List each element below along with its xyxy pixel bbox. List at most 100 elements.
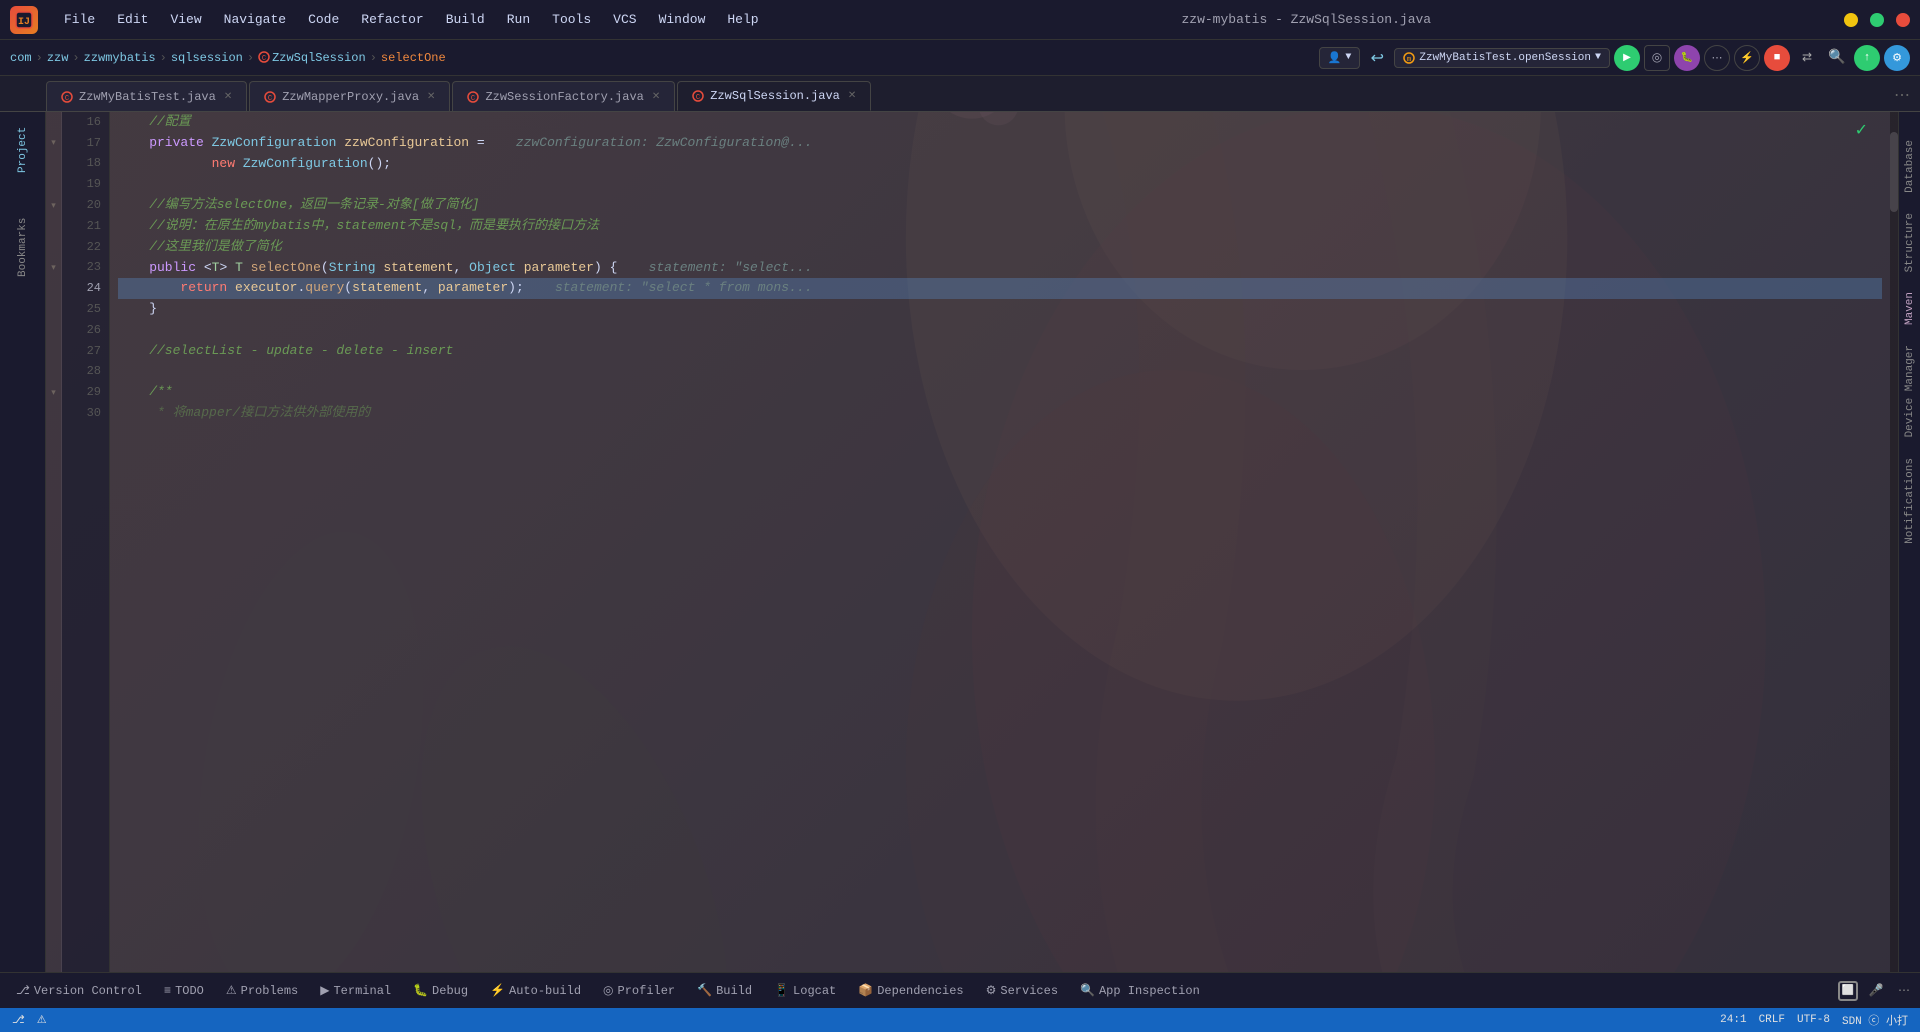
mic-icon[interactable]: 🎤: [1866, 981, 1886, 1001]
fold-line17[interactable]: ▾: [51, 138, 56, 148]
navigate-back-btn[interactable]: ↩: [1364, 45, 1390, 71]
line-num-29: 29: [70, 382, 101, 403]
editor-scrollbar[interactable]: [1890, 112, 1898, 972]
scrollbar-thumb[interactable]: [1890, 132, 1898, 212]
tab-more-button[interactable]: ⋯: [1894, 85, 1910, 105]
breadcrumb-sqlsession[interactable]: sqlsession: [171, 51, 243, 65]
code-line-26: [118, 320, 1882, 341]
coverage-btn[interactable]: ◎: [1644, 45, 1670, 71]
toolbar-auto-build[interactable]: ⚡ Auto-build: [480, 980, 591, 1001]
plugin-btn[interactable]: ⚙: [1884, 45, 1910, 71]
terminal-icon: ▶: [320, 983, 329, 998]
breadcrumb-com[interactable]: com: [10, 51, 32, 65]
code-line-24: return executor.query(statement, paramet…: [118, 278, 1882, 299]
toolbar-version-control[interactable]: ⎇ Version Control: [6, 980, 152, 1001]
sidebar-bookmarks-icon[interactable]: Bookmarks: [5, 212, 41, 282]
menu-window[interactable]: Window: [649, 8, 716, 31]
line-num-16: 16: [70, 112, 101, 133]
code-editor[interactable]: ▾ ▾ ▾ ▾ 16 17 18 19: [46, 112, 1898, 972]
status-encoding[interactable]: UTF-8: [1797, 1014, 1830, 1026]
more-tools-icon[interactable]: ⋯: [1894, 981, 1914, 1001]
tab-sessionfactory[interactable]: C ZzwSessionFactory.java ✕: [452, 81, 675, 111]
menu-edit[interactable]: Edit: [107, 8, 158, 31]
minimize-button[interactable]: –: [1844, 13, 1858, 27]
line-numbers: 16 17 18 19 20 21 22 23 24 25 26 27 28 2…: [62, 112, 110, 972]
menu-file[interactable]: File: [54, 8, 105, 31]
toolbar-dependencies[interactable]: 📦 Dependencies: [848, 980, 973, 1001]
status-warnings[interactable]: ⚠: [37, 1013, 47, 1027]
status-file-type[interactable]: SDN ⓒ 小打: [1842, 1012, 1908, 1028]
run-config-label: ZzwMyBatisTest.openSession: [1419, 52, 1591, 64]
problems-icon: ⚠: [226, 983, 237, 998]
search-btn[interactable]: 🔍: [1824, 45, 1850, 71]
tab-mapperproxy-close[interactable]: ✕: [427, 91, 435, 103]
right-panel-database[interactable]: Database: [1901, 132, 1919, 201]
menu-run[interactable]: Run: [497, 8, 540, 31]
right-panel-notifications[interactable]: Notifications: [1901, 450, 1919, 552]
code-line-19: [118, 174, 1882, 195]
more-run-options[interactable]: ⋯: [1704, 45, 1730, 71]
right-panel-device-manager[interactable]: Device Manager: [1901, 337, 1919, 445]
toolbar-profiler[interactable]: ◎ Profiler: [593, 980, 685, 1001]
menu-build[interactable]: Build: [436, 8, 495, 31]
toolbar-todo[interactable]: ≡ TODO: [154, 981, 214, 1001]
side-panel-left: Project Bookmarks: [0, 112, 46, 972]
status-line-ending[interactable]: CRLF: [1759, 1014, 1785, 1026]
menu-items: File Edit View Navigate Code Refactor Bu…: [54, 8, 769, 31]
tab-mybatistest[interactable]: C ZzwMyBatisTest.java ✕: [46, 81, 247, 111]
breadcrumb-method[interactable]: selectOne: [381, 51, 446, 65]
expand-icon[interactable]: ⬜: [1838, 981, 1858, 1001]
right-panel-maven[interactable]: Maven: [1901, 284, 1919, 333]
menu-tools[interactable]: Tools: [542, 8, 601, 31]
fold-line20[interactable]: ▾: [51, 201, 56, 211]
update-btn[interactable]: ↑: [1854, 45, 1880, 71]
sidebar-project-icon[interactable]: Project: [5, 120, 41, 180]
line-num-24: 24: [70, 278, 101, 299]
profile-run-btn[interactable]: ⚡: [1734, 45, 1760, 71]
code-line-28: [118, 362, 1882, 383]
fold-line23[interactable]: ▾: [51, 263, 56, 273]
status-git[interactable]: ⎇: [12, 1013, 25, 1027]
code-content[interactable]: //配置 private ZzwConfiguration zzwConfigu…: [110, 112, 1890, 972]
close-button[interactable]: ✕: [1896, 13, 1910, 27]
debug-button[interactable]: 🐛: [1674, 45, 1700, 71]
maximize-button[interactable]: □: [1870, 13, 1884, 27]
run-button[interactable]: ▶: [1614, 45, 1640, 71]
status-bar-left: ⎇ ⚠: [12, 1013, 47, 1027]
menu-refactor[interactable]: Refactor: [351, 8, 433, 31]
tab-sessionfactory-label: ZzwSessionFactory.java: [485, 90, 643, 104]
toolbar-logcat[interactable]: 📱 Logcat: [764, 980, 846, 1001]
menu-navigate[interactable]: Navigate: [214, 8, 296, 31]
right-panel-structure[interactable]: Structure: [1901, 205, 1919, 280]
menu-code[interactable]: Code: [298, 8, 349, 31]
translate-btn[interactable]: ⇄: [1794, 45, 1820, 71]
toolbar-problems[interactable]: ⚠ Problems: [216, 980, 308, 1001]
toolbar-terminal[interactable]: ▶ Terminal: [310, 980, 401, 1001]
logcat-icon: 📱: [774, 983, 789, 998]
stop-button[interactable]: ■: [1764, 45, 1790, 71]
menu-vcs[interactable]: VCS: [603, 8, 646, 31]
breadcrumb-class[interactable]: CZzwSqlSession: [258, 51, 366, 65]
toolbar-app-inspection[interactable]: 🔍 App Inspection: [1070, 980, 1210, 1001]
toolbar-services[interactable]: ⚙ Services: [976, 980, 1068, 1001]
profile-btn[interactable]: 👤 ▼: [1319, 47, 1361, 69]
tab-sqlsession-close[interactable]: ✕: [848, 90, 856, 102]
tab-mybatistest-close[interactable]: ✕: [224, 91, 232, 103]
status-bar-right: 24:1 CRLF UTF-8 SDN ⓒ 小打: [1720, 1012, 1908, 1028]
fold-line29[interactable]: ▾: [51, 388, 56, 398]
tab-sqlsession[interactable]: C ZzwSqlSession.java ✕: [677, 81, 871, 111]
breadcrumb-zzwmybatis[interactable]: zzwmybatis: [84, 51, 156, 65]
nav-bar: com › zzw › zzwmybatis › sqlsession › CZ…: [0, 40, 1920, 76]
toolbar-debug[interactable]: 🐛 Debug: [403, 980, 478, 1001]
line-num-27: 27: [70, 341, 101, 362]
breadcrumb-zzw[interactable]: zzw: [47, 51, 69, 65]
main-area: Project Bookmarks: [0, 112, 1920, 972]
toolbar-build[interactable]: 🔨 Build: [687, 980, 762, 1001]
menu-help[interactable]: Help: [717, 8, 768, 31]
run-config-selector[interactable]: m ZzwMyBatisTest.openSession ▼: [1394, 48, 1610, 68]
menu-view[interactable]: View: [160, 8, 211, 31]
line-num-17: 17: [70, 133, 101, 154]
tab-sessionfactory-close[interactable]: ✕: [652, 91, 660, 103]
tab-mapperproxy[interactable]: C ZzwMapperProxy.java ✕: [249, 81, 450, 111]
status-position[interactable]: 24:1: [1720, 1014, 1746, 1026]
